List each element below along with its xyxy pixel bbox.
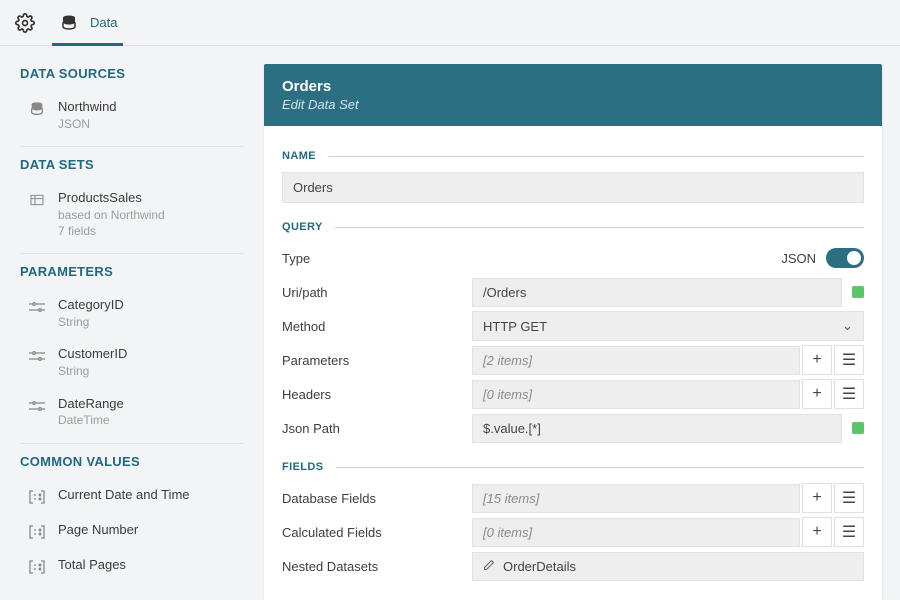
parameter-item[interactable]: CategoryID String <box>0 289 264 338</box>
calcfields-input[interactable]: [0 items] <box>472 518 800 547</box>
parameters-label: Parameters <box>282 353 472 368</box>
param-icon <box>28 298 46 316</box>
tab-label: Data <box>90 15 117 30</box>
dataset-item[interactable]: ProductsSales based on Northwind 7 field… <box>0 182 264 247</box>
type-value: JSON <box>781 251 816 266</box>
edit-panel: Orders Edit Data Set NAME QUERY Type JSO… <box>264 46 900 600</box>
param-name: CategoryID <box>58 297 124 314</box>
type-toggle[interactable] <box>826 248 864 268</box>
database-icon <box>58 12 80 34</box>
type-label: Type <box>282 251 472 266</box>
add-button[interactable]: + <box>802 517 832 547</box>
panel-title: Orders <box>282 78 864 95</box>
data-sources-heading: DATA SOURCES <box>20 66 244 81</box>
common-value-item[interactable]: Current Date and Time <box>0 479 264 514</box>
calcfields-label: Calculated Fields <box>282 525 472 540</box>
common-values-heading: COMMON VALUES <box>20 454 244 469</box>
name-input[interactable] <box>282 172 864 203</box>
common-name: Total Pages <box>58 557 126 574</box>
param-icon <box>28 397 46 415</box>
nested-label: Nested Datasets <box>282 559 472 574</box>
jsonpath-label: Json Path <box>282 421 472 436</box>
sidebar: DATA SOURCES Northwind JSON DATA SETS Pr… <box>0 46 264 600</box>
table-icon <box>28 191 46 209</box>
status-indicator <box>852 422 864 434</box>
topbar: Data <box>0 0 900 46</box>
add-button[interactable]: + <box>802 483 832 513</box>
source-sub: JSON <box>58 116 117 132</box>
section-query: QUERY <box>282 221 864 233</box>
param-name: DateRange <box>58 396 124 413</box>
source-name: Northwind <box>58 99 117 116</box>
panel-header: Orders Edit Data Set <box>264 64 882 126</box>
section-fields: FIELDS <box>282 461 864 473</box>
dataset-name: ProductsSales <box>58 190 165 207</box>
gear-icon[interactable] <box>14 12 36 34</box>
dbfields-label: Database Fields <box>282 491 472 506</box>
list-button[interactable]: ☰ <box>834 483 864 513</box>
common-value-item[interactable]: Total Pages <box>0 549 264 584</box>
param-type: String <box>58 314 124 330</box>
database-icon <box>28 100 46 118</box>
brackets-icon <box>28 558 46 576</box>
tab-data[interactable]: Data <box>58 0 117 46</box>
data-sets-heading: DATA SETS <box>20 157 244 172</box>
param-type: String <box>58 363 127 379</box>
headers-label: Headers <box>282 387 472 402</box>
parameters-heading: PARAMETERS <box>20 264 244 279</box>
add-button[interactable]: + <box>802 379 832 409</box>
list-button[interactable]: ☰ <box>834 379 864 409</box>
status-indicator <box>852 286 864 298</box>
uri-input[interactable]: /Orders <box>472 278 842 307</box>
chevron-down-icon: ⌄ <box>842 318 853 334</box>
common-name: Page Number <box>58 522 138 539</box>
common-name: Current Date and Time <box>58 487 190 504</box>
parameter-item[interactable]: CustomerID String <box>0 338 264 387</box>
list-button[interactable]: ☰ <box>834 345 864 375</box>
pencil-icon <box>483 559 495 571</box>
param-name: CustomerID <box>58 346 127 363</box>
nested-input[interactable]: OrderDetails <box>472 552 864 581</box>
dbfields-input[interactable]: [15 items] <box>472 484 800 513</box>
method-select[interactable]: HTTP GET ⌄ <box>472 311 864 341</box>
method-label: Method <box>282 319 472 334</box>
list-button[interactable]: ☰ <box>834 517 864 547</box>
parameters-input[interactable]: [2 items] <box>472 346 800 375</box>
param-type: DateTime <box>58 412 124 428</box>
dataset-sub1: based on Northwind <box>58 207 165 223</box>
panel-subtitle: Edit Data Set <box>282 97 864 112</box>
add-button[interactable]: + <box>802 345 832 375</box>
jsonpath-input[interactable]: $.value.[*] <box>472 414 842 443</box>
uri-label: Uri/path <box>282 285 472 300</box>
dataset-sub2: 7 fields <box>58 223 165 239</box>
brackets-icon <box>28 488 46 506</box>
data-source-item[interactable]: Northwind JSON <box>0 91 264 140</box>
common-value-item[interactable]: Page Number <box>0 514 264 549</box>
brackets-icon <box>28 523 46 541</box>
param-icon <box>28 347 46 365</box>
section-name: NAME <box>282 150 864 162</box>
parameter-item[interactable]: DateRange DateTime <box>0 388 264 437</box>
headers-input[interactable]: [0 items] <box>472 380 800 409</box>
